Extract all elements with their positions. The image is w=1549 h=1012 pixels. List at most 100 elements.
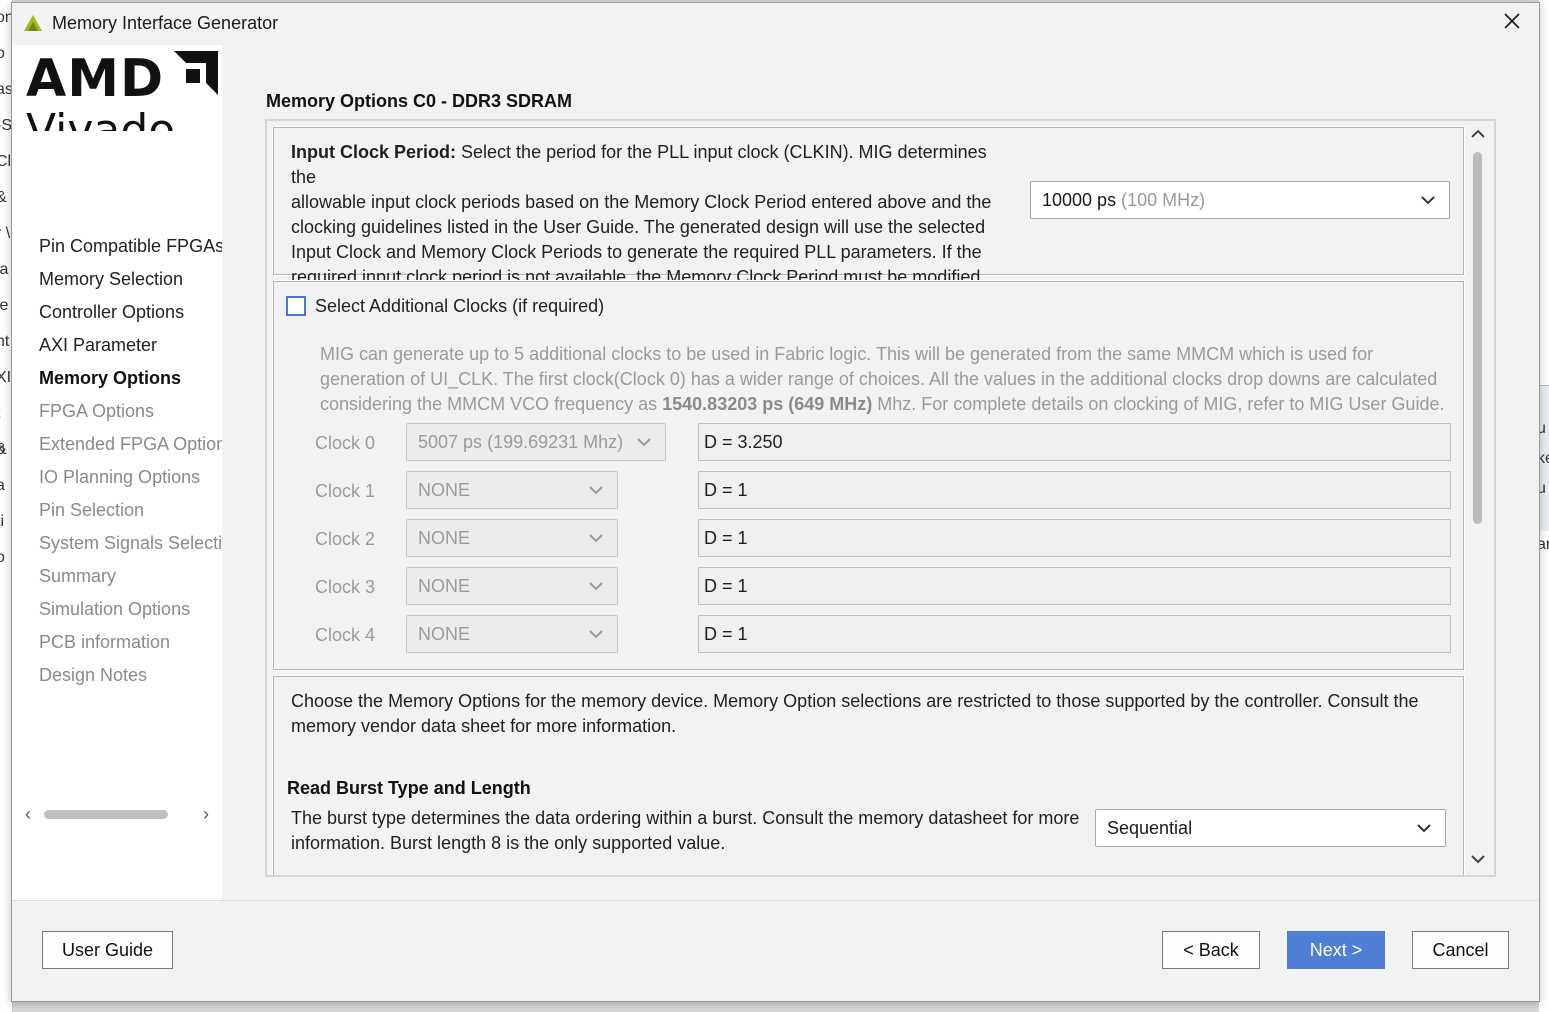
chevron-down-icon: [637, 438, 651, 447]
clock-4-value: NONE: [418, 624, 471, 644]
vivado-logo-icon: [24, 15, 42, 31]
clock-4-label: Clock 4: [315, 625, 376, 645]
input-clock-value: 10000 ps: [1042, 190, 1117, 210]
input-clock-text: Input Clock and Memory Clock Periods to …: [291, 242, 982, 262]
bg-fragment: ke: [1539, 450, 1549, 467]
page-title: Memory Options C0 - DDR3 SDRAM: [266, 91, 573, 111]
clock-1-divider-field[interactable]: D = 1: [698, 471, 1451, 509]
scroll-up-icon[interactable]: [1468, 124, 1488, 144]
input-clock-period-dropdown[interactable]: 10000 ps (100 MHz): [1030, 181, 1450, 219]
clock-2-dropdown[interactable]: NONE: [406, 519, 618, 557]
chevron-down-icon: [589, 486, 603, 495]
title-bar: Memory Interface Generator: [12, 3, 1539, 45]
clock-4-divider-field[interactable]: D = 1: [698, 615, 1451, 653]
clock-1-value: NONE: [418, 480, 471, 500]
select-additional-clocks-label[interactable]: Select Additional Clocks (if required): [315, 294, 604, 319]
back-button[interactable]: < Back: [1162, 931, 1260, 969]
clock-0-value: 5007 ps: [418, 432, 483, 452]
close-icon: [1504, 13, 1520, 29]
vivado-logo: Vivado: [26, 105, 176, 131]
clock-3-dropdown[interactable]: NONE: [406, 567, 618, 605]
wizard-step-system-signals-selection[interactable]: System Signals Selection: [39, 530, 222, 563]
wizard-step-simulation-options[interactable]: Simulation Options: [39, 596, 222, 629]
vco-frequency: 1540.83203 ps (649 MHz): [662, 394, 873, 414]
wizard-step-memory-selection[interactable]: Memory Selection: [39, 266, 222, 299]
bg-fragment: u: [1539, 480, 1546, 497]
wizard-step-fpga-options[interactable]: FPGA Options: [39, 398, 222, 431]
wizard-step-memory-options[interactable]: Memory Options: [39, 365, 222, 398]
wizard-step-summary[interactable]: Summary: [39, 563, 222, 596]
clock-3-value: NONE: [418, 576, 471, 596]
wizard-step-io-planning-options[interactable]: IO Planning Options: [39, 464, 222, 497]
wizard-steps-panel: AMD Vivado Pin Compatible FPGAs Memory Se…: [12, 45, 222, 900]
wizard-step-list: Pin Compatible FPGAs Memory Selection Cont…: [39, 233, 222, 695]
read-burst-text: The burst type determines the data order…: [291, 808, 1080, 828]
wizard-step-extended-fpga-options[interactable]: Extended FPGA Options: [39, 431, 222, 464]
chevron-down-icon: [1417, 824, 1431, 833]
step-list-horizontal-scrollbar[interactable]: ‹ ›: [20, 803, 215, 825]
wizard-step-axi-parameter[interactable]: AXI Parameter: [39, 332, 222, 365]
amd-arrow-logo-icon: [174, 51, 218, 95]
input-clock-text: allowable input clock periods based on t…: [291, 192, 992, 212]
additional-clocks-section: Select Additional Clocks (if required) M…: [272, 280, 1465, 671]
window-title: Memory Interface Generator: [52, 13, 279, 33]
scrollbar-thumb[interactable]: [44, 810, 168, 819]
burst-type-value: Sequential: [1107, 818, 1193, 838]
wizard-step-design-notes[interactable]: Design Notes: [39, 662, 222, 695]
additional-clocks-text: MIG can generate up to 5 additional cloc…: [320, 344, 1374, 364]
wizard-step-controller-options[interactable]: Controller Options: [39, 299, 222, 332]
clock-3-divider-field[interactable]: D = 1: [698, 567, 1451, 605]
mig-dialog: Memory Interface Generator AMD Vivado Pi…: [11, 2, 1540, 1002]
next-label: Next >: [1309, 940, 1363, 960]
clock-4-dropdown[interactable]: NONE: [406, 615, 618, 653]
wizard-step-pcb-information[interactable]: PCB information: [39, 629, 222, 662]
back-label: < Back: [1183, 940, 1239, 960]
bg-fragment: u: [1539, 420, 1546, 437]
memory-options-text: Choose the Memory Options for the memory…: [291, 691, 1419, 711]
input-clock-text: clocking guidelines listed in the User G…: [291, 217, 986, 237]
scroll-left-icon[interactable]: ‹: [20, 803, 36, 825]
memory-options-text: memory vendor data sheet for more inform…: [291, 716, 677, 736]
clock-3-label: Clock 3: [315, 577, 376, 597]
scroll-right-icon[interactable]: ›: [198, 803, 214, 825]
chevron-down-icon: [1421, 196, 1435, 205]
clock-2-value: NONE: [418, 528, 471, 548]
chevron-down-icon: [589, 630, 603, 639]
close-button[interactable]: [1499, 11, 1525, 37]
input-clock-label: Input Clock Period:: [291, 142, 457, 162]
cancel-button[interactable]: Cancel: [1412, 931, 1509, 969]
clock-0-dropdown[interactable]: 5007 ps (199.69231 Mhz): [406, 423, 666, 461]
memory-options-intro: Choose the Memory Options for the memory…: [291, 689, 1456, 739]
options-vertical-scrollbar[interactable]: [1468, 124, 1488, 869]
select-additional-clocks-checkbox[interactable]: [286, 296, 306, 316]
chevron-down-icon: [589, 582, 603, 591]
clock-2-label: Clock 2: [315, 529, 376, 549]
wizard-step-pin-selection[interactable]: Pin Selection: [39, 497, 222, 530]
burst-type-dropdown[interactable]: Sequential: [1095, 809, 1446, 847]
read-burst-description: The burst type determines the data order…: [291, 806, 1091, 856]
next-button[interactable]: Next >: [1287, 931, 1385, 969]
clock-0-value-hint: (199.69231 Mhz): [487, 432, 624, 452]
background-app-right: u ke u ar: [1539, 0, 1549, 1012]
memory-options-section: Choose the Memory Options for the memory…: [272, 675, 1465, 875]
additional-clocks-text: generation of UI_CLK. The first clock(Cl…: [320, 369, 1438, 389]
clock-1-dropdown[interactable]: NONE: [406, 471, 618, 509]
bg-fragment: ar: [1539, 536, 1549, 553]
options-scroll-area: Input Clock Period: Select the period fo…: [265, 119, 1496, 877]
read-burst-text: information. Burst length 8 is the only …: [291, 833, 726, 853]
amd-logo: AMD: [26, 49, 165, 109]
clock-2-divider-field[interactable]: D = 1: [698, 519, 1451, 557]
read-burst-heading: Read Burst Type and Length: [287, 778, 531, 798]
clock-0-divider-field[interactable]: D = 3.250: [698, 423, 1451, 461]
clock-1-label: Clock 1: [315, 481, 376, 501]
wizard-step-pin-compatible-fpgas[interactable]: Pin Compatible FPGAs: [39, 233, 222, 266]
scrollbar-thumb[interactable]: [1473, 152, 1482, 524]
user-guide-button[interactable]: User Guide: [42, 931, 173, 969]
additional-clocks-description: MIG can generate up to 5 additional cloc…: [320, 342, 1460, 417]
scroll-down-icon[interactable]: [1468, 849, 1488, 869]
chevron-down-icon: [589, 534, 603, 543]
input-clock-value-hint: (100 MHz): [1121, 190, 1206, 210]
clock-0-label: Clock 0: [315, 433, 376, 453]
additional-clocks-text: Mhz. For complete details on clocking of…: [872, 394, 1445, 414]
input-clock-section: Input Clock Period: Select the period fo…: [272, 126, 1465, 287]
